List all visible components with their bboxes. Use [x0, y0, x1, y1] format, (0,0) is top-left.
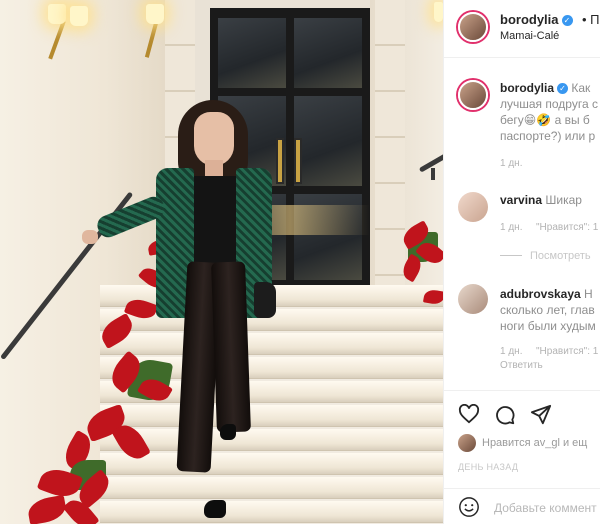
- comment-time[interactable]: 1 дн.: [500, 346, 522, 357]
- smiley-icon[interactable]: [458, 496, 480, 518]
- paper-plane-icon[interactable]: [530, 404, 552, 426]
- wall-lamp-icon: [434, 2, 443, 22]
- comment-username[interactable]: adubrovskaya: [500, 287, 581, 301]
- liker-avatar[interactable]: [458, 434, 476, 452]
- comment-text-line: adubrovskaya Н: [500, 287, 593, 301]
- post-photo[interactable]: [0, 0, 443, 524]
- door-handle-icon: [276, 138, 284, 184]
- comment-username[interactable]: borodylia: [500, 81, 554, 95]
- location-link[interactable]: Mamai-Calé: [500, 30, 559, 42]
- door-handle-icon: [294, 138, 302, 184]
- verified-badge-icon: ✓: [561, 15, 573, 26]
- wall-lamp-icon: [70, 6, 88, 26]
- speech-bubble-icon[interactable]: [494, 404, 516, 426]
- comment-text-line: бегу😁🤣 а вы б: [500, 113, 590, 127]
- comment-avatar[interactable]: [458, 80, 488, 110]
- comment-text-line: лучшая подруга с: [500, 97, 598, 111]
- comment-username[interactable]: varvina: [500, 193, 542, 207]
- verified-badge-icon: ✓: [557, 83, 569, 94]
- likes-summary[interactable]: Нравится av_gl и ещ: [482, 437, 587, 449]
- post-header: borodylia✓ • Под Mamai-Calé: [444, 0, 600, 58]
- comment-avatar[interactable]: [458, 284, 488, 314]
- wall-lamp-icon: [146, 4, 164, 24]
- follow-link[interactable]: • Под: [582, 12, 600, 27]
- comment-text-line: ноги были худым: [500, 319, 596, 333]
- reply-link[interactable]: Ответить: [500, 360, 543, 371]
- comment-time[interactable]: 1 дн.: [500, 222, 522, 233]
- comment-text-line: borodylia ✓ Как: [500, 81, 591, 95]
- staircase: [100, 285, 443, 524]
- heart-icon[interactable]: [458, 404, 480, 424]
- post-side-panel: borodylia✓ • Под Mamai-Calé borodylia✓ К…: [443, 0, 600, 524]
- comment-text-line: паспорте?) или р: [500, 129, 596, 143]
- author-avatar[interactable]: [458, 12, 488, 42]
- view-replies-link[interactable]: Посмотреть: [500, 250, 591, 262]
- comment-text-line: varvina Шикар: [500, 193, 582, 207]
- author-username[interactable]: borodylia ✓: [500, 12, 573, 27]
- comment-avatar[interactable]: [458, 192, 488, 222]
- comment-likes[interactable]: "Нравится": 1: [536, 346, 598, 357]
- add-comment-input[interactable]: Добавьте коммент: [494, 501, 597, 515]
- post-time-ago[interactable]: ДЕНЬ НАЗАД: [458, 462, 518, 472]
- comment-time[interactable]: 1 дн.: [500, 158, 522, 169]
- wall-lamp-icon: [48, 4, 66, 24]
- comment-text-line: сколько лет, глав: [500, 303, 595, 317]
- comment-likes[interactable]: "Нравится": 1: [536, 222, 598, 233]
- stone-column-right: [375, 0, 405, 300]
